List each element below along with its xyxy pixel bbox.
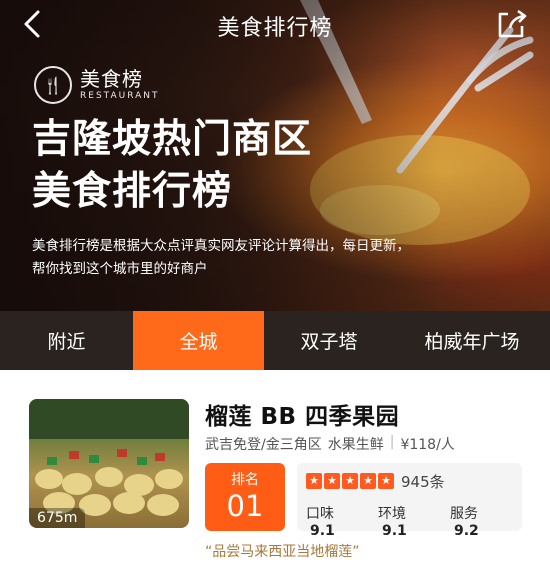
shop-thumbnail[interactable]: 675m [29,399,189,528]
fork-knife-icon: 🍴 [34,66,72,104]
rating-box: ★ ★ ★ ★ ★ 945条 口味9.1 环境9.1 服务9.2 [297,463,522,539]
star-icon: ★ [360,473,376,489]
rank-badge: 排名 01 [205,463,285,531]
page-title: 美食排行榜 [217,16,333,41]
score-label: 服务 [450,506,478,522]
shop-meta: 武吉免登/金三角区 水果生鲜 | ¥118/人 [205,434,455,454]
score-label: 口味 [306,506,334,522]
score-environment: 环境9.1 [378,503,430,539]
area-tabs: 附近 全城 双子塔 柏威年广场 [0,311,550,370]
shop-category: 水果生鲜 [327,437,384,453]
tab-nearby[interactable]: 附近 [0,311,133,370]
score-value: 9.1 [382,523,407,539]
review-count[interactable]: 945条 [401,471,445,492]
score-label: 环境 [378,506,406,522]
shop-quote: “品尝马来西亚当地榴莲” [205,544,360,560]
star-rating: ★ ★ ★ ★ ★ [306,473,394,489]
brand-subtitle: RESTAURANT [80,91,160,101]
score-service: 服务9.2 [450,503,502,539]
rank-number: 01 [226,489,264,523]
listing-card[interactable]: 675m 榴莲 BB 四季果园 武吉免登/金三角区 水果生鲜 | ¥118/人 … [0,370,550,582]
tab-twin-towers[interactable]: 双子塔 [264,311,394,370]
score-value: 9.2 [454,523,479,539]
star-icon: ★ [342,473,358,489]
shop-price: ¥118/人 [400,437,455,453]
score-value: 9.1 [310,523,335,539]
distance-label: 675m [29,508,86,528]
hero-banner: 美食排行榜 🍴 美食榜 RESTAURANT 吉隆坡热门商区 美食排行榜 美食排… [0,0,550,311]
brand-name: 美食榜 [80,67,143,91]
star-icon: ★ [324,473,340,489]
rank-label: 排名 [231,472,259,488]
sub-scores: 口味9.1 环境9.1 服务9.2 [306,503,522,539]
hero-headline: 吉隆坡热门商区 美食排行榜 [32,114,312,218]
hero-description: 美食排行榜是根据大众点评真实网友评论计算得出，每日更新，帮你找到这个城市里的好商… [32,238,410,277]
headline-line-1: 吉隆坡热门商区 [32,117,313,162]
star-icon: ★ [378,473,394,489]
headline-line-2: 美食排行榜 [32,169,233,214]
brand-logo-block: 🍴 美食榜 RESTAURANT [34,66,159,104]
meta-divider: | [389,434,395,450]
share-icon[interactable] [494,8,528,40]
tab-whole-city[interactable]: 全城 [133,311,264,370]
shop-name[interactable]: 榴莲 BB 四季果园 [205,397,399,431]
score-taste: 口味9.1 [306,503,358,539]
top-bar: 美食排行榜 [0,0,550,48]
shop-area: 武吉免登/金三角区 [205,437,322,453]
tab-pavilion[interactable]: 柏威年广场 [394,311,550,370]
star-icon: ★ [306,473,322,489]
